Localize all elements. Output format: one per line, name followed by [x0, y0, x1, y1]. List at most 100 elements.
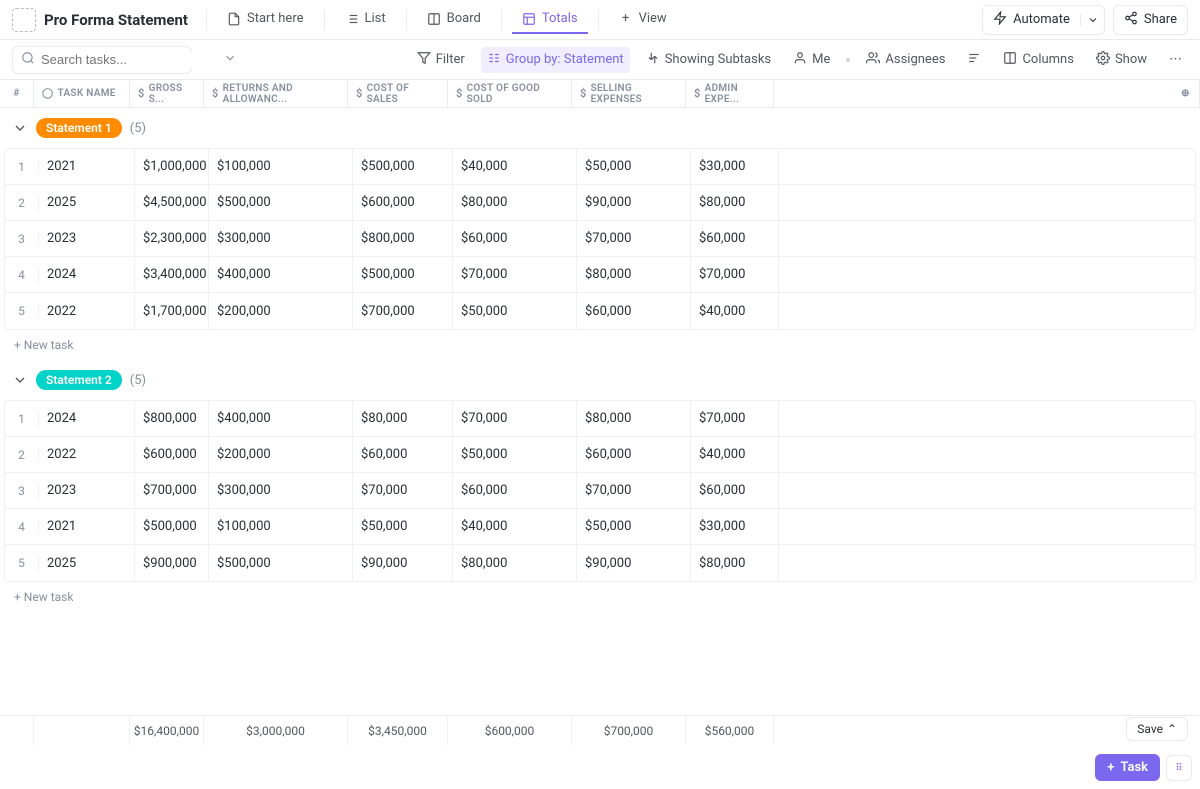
cell-cogs[interactable]: $80,000: [453, 185, 577, 220]
cell-returns[interactable]: $200,000: [209, 293, 353, 329]
subtasks-button[interactable]: Showing Subtasks: [640, 47, 777, 73]
table-row[interactable]: 5 2025 $900,000 $500,000 $90,000 $80,000…: [5, 545, 1195, 581]
workspace-logo[interactable]: [12, 8, 36, 32]
cell-name[interactable]: 2024: [39, 257, 135, 292]
cell-gross[interactable]: $500,000: [135, 509, 209, 544]
table-row[interactable]: 3 2023 $2,300,000 $300,000 $800,000 $60,…: [5, 221, 1195, 257]
cell-selling[interactable]: $70,000: [577, 473, 691, 508]
group-header[interactable]: Statement 1 (5): [0, 108, 1200, 148]
cell-name[interactable]: 2021: [39, 149, 135, 184]
save-button[interactable]: Save ⌃: [1126, 717, 1188, 741]
cell-returns[interactable]: $400,000: [209, 401, 353, 436]
cell-cogs[interactable]: $50,000: [453, 437, 577, 472]
group-by-button[interactable]: Group by: Statement: [481, 47, 630, 73]
more-button[interactable]: ⋯: [1163, 48, 1188, 71]
search-input[interactable]: [41, 52, 217, 67]
search-box[interactable]: [12, 46, 192, 74]
cell-admin[interactable]: $40,000: [691, 437, 779, 472]
group-header[interactable]: Statement 2 (5): [0, 360, 1200, 400]
cell-admin[interactable]: $80,000: [691, 185, 779, 220]
show-button[interactable]: Show: [1090, 47, 1153, 73]
cell-gross[interactable]: $800,000: [135, 401, 209, 436]
assignees-button[interactable]: Assignees: [860, 47, 951, 73]
cell-name[interactable]: 2023: [39, 473, 135, 508]
cell-gross[interactable]: $4,500,000: [135, 185, 209, 220]
cell-returns[interactable]: $500,000: [209, 185, 353, 220]
cell-gross[interactable]: $1,700,000: [135, 293, 209, 329]
cell-cost[interactable]: $50,000: [353, 509, 453, 544]
cell-selling[interactable]: $80,000: [577, 401, 691, 436]
cell-gross[interactable]: $900,000: [135, 545, 209, 581]
add-task-button[interactable]: + New task: [0, 582, 1200, 612]
cell-gross[interactable]: $2,300,000: [135, 221, 209, 256]
cell-selling[interactable]: $50,000: [577, 149, 691, 184]
share-button[interactable]: Share: [1113, 5, 1188, 35]
col-admin[interactable]: $ADMIN EXPE...: [686, 80, 774, 107]
tab-board[interactable]: Board: [417, 5, 491, 34]
cell-admin[interactable]: $60,000: [691, 221, 779, 256]
cell-name[interactable]: 2021: [39, 509, 135, 544]
add-task-button[interactable]: + New task: [0, 330, 1200, 360]
filter-button[interactable]: Filter: [411, 47, 471, 73]
cell-cogs[interactable]: $40,000: [453, 509, 577, 544]
tab-totals[interactable]: Totals: [512, 5, 588, 34]
cell-cogs[interactable]: $80,000: [453, 545, 577, 581]
cell-name[interactable]: 2025: [39, 545, 135, 581]
col-cogs[interactable]: $COST OF GOOD SOLD: [448, 80, 572, 107]
cell-cogs[interactable]: $40,000: [453, 149, 577, 184]
cell-returns[interactable]: $300,000: [209, 221, 353, 256]
add-column-button[interactable]: ⊕: [1172, 80, 1200, 107]
col-task-name[interactable]: ◯TASK NAME: [34, 80, 130, 107]
cell-cogs[interactable]: $60,000: [453, 473, 577, 508]
cell-selling[interactable]: $60,000: [577, 437, 691, 472]
cell-name[interactable]: 2024: [39, 401, 135, 436]
cell-cost[interactable]: $600,000: [353, 185, 453, 220]
cell-name[interactable]: 2025: [39, 185, 135, 220]
cell-admin[interactable]: $30,000: [691, 509, 779, 544]
apps-button[interactable]: ⠿: [1166, 755, 1192, 781]
chevron-down-icon[interactable]: [1080, 14, 1100, 26]
chevron-down-icon[interactable]: [223, 51, 237, 69]
cell-cost[interactable]: $500,000: [353, 149, 453, 184]
col-cost-sales[interactable]: $COST OF SALES: [348, 80, 448, 107]
cell-returns[interactable]: $400,000: [209, 257, 353, 292]
cell-returns[interactable]: $200,000: [209, 437, 353, 472]
cell-name[interactable]: 2023: [39, 221, 135, 256]
cell-cost[interactable]: $90,000: [353, 545, 453, 581]
tab-start-here[interactable]: Start here: [217, 5, 313, 34]
col-selling[interactable]: $SELLING EXPENSES: [572, 80, 686, 107]
chevron-down-icon[interactable]: [12, 372, 28, 388]
cell-selling[interactable]: $90,000: [577, 185, 691, 220]
table-row[interactable]: 5 2022 $1,700,000 $200,000 $700,000 $50,…: [5, 293, 1195, 329]
cell-cost[interactable]: $70,000: [353, 473, 453, 508]
cell-cogs[interactable]: $70,000: [453, 401, 577, 436]
table-row[interactable]: 1 2024 $800,000 $400,000 $80,000 $70,000…: [5, 401, 1195, 437]
table-row[interactable]: 2 2025 $4,500,000 $500,000 $600,000 $80,…: [5, 185, 1195, 221]
columns-button[interactable]: Columns: [997, 47, 1080, 73]
cell-cost[interactable]: $800,000: [353, 221, 453, 256]
cell-admin[interactable]: $30,000: [691, 149, 779, 184]
cell-gross[interactable]: $1,000,000: [135, 149, 209, 184]
cell-returns[interactable]: $300,000: [209, 473, 353, 508]
cell-admin[interactable]: $70,000: [691, 401, 779, 436]
cell-gross[interactable]: $700,000: [135, 473, 209, 508]
cell-cogs[interactable]: $60,000: [453, 221, 577, 256]
cell-cogs[interactable]: $70,000: [453, 257, 577, 292]
cell-cost[interactable]: $80,000: [353, 401, 453, 436]
cell-cogs[interactable]: $50,000: [453, 293, 577, 329]
cell-returns[interactable]: $100,000: [209, 509, 353, 544]
cell-admin[interactable]: $60,000: [691, 473, 779, 508]
cell-selling[interactable]: $90,000: [577, 545, 691, 581]
cell-selling[interactable]: $50,000: [577, 509, 691, 544]
cell-selling[interactable]: $80,000: [577, 257, 691, 292]
table-row[interactable]: 1 2021 $1,000,000 $100,000 $500,000 $40,…: [5, 149, 1195, 185]
cell-gross[interactable]: $600,000: [135, 437, 209, 472]
cell-cost[interactable]: $700,000: [353, 293, 453, 329]
cell-cost[interactable]: $500,000: [353, 257, 453, 292]
tab-list[interactable]: List: [335, 5, 396, 34]
cell-returns[interactable]: $100,000: [209, 149, 353, 184]
cell-returns[interactable]: $500,000: [209, 545, 353, 581]
automate-button[interactable]: Automate: [982, 5, 1105, 35]
cell-name[interactable]: 2022: [39, 437, 135, 472]
new-task-button[interactable]: + Task: [1095, 754, 1160, 781]
